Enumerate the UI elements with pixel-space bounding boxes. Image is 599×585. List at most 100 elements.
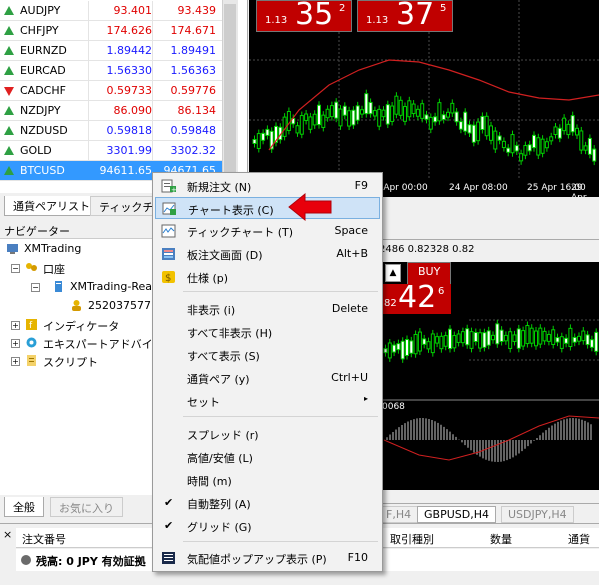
candle — [516, 328, 521, 349]
candle — [443, 335, 448, 347]
sell-price-box[interactable]: 1.13 35 2 — [256, 0, 352, 32]
candle — [473, 332, 478, 342]
candle — [529, 327, 534, 344]
candle — [575, 127, 579, 136]
candle — [499, 329, 504, 342]
candle — [514, 145, 519, 152]
up-arrow-icon — [4, 6, 14, 15]
popup-prices-icon — [162, 552, 175, 564]
menu-item-specification[interactable]: $ 仕様 (p) — [155, 266, 380, 288]
candle — [493, 130, 498, 150]
column-header[interactable]: 取引種別 — [390, 531, 434, 547]
tab-chart-gbpusd[interactable]: GBPUSD,H4 — [417, 506, 496, 523]
collapse-toggle[interactable]: − — [31, 283, 40, 292]
specification-icon: $ — [162, 271, 175, 284]
market-watch-row[interactable]: AUDJPY 93.401 93.439 — [0, 1, 222, 21]
candle — [534, 330, 538, 347]
expand-toggle[interactable]: + — [11, 357, 20, 366]
chart-window-top[interactable]: 1.13 35 2 1.13 37 5 — [249, 0, 599, 197]
checkmark-icon: ✔ — [164, 496, 174, 509]
bid-price: 0.59818 — [106, 124, 153, 137]
menu-item-grid[interactable]: ✔ グリッド (G) — [155, 515, 380, 537]
candle — [581, 330, 586, 342]
candle — [549, 136, 554, 142]
up-arrow-icon — [4, 46, 14, 55]
script-icon — [27, 355, 36, 366]
menu-item-chart-window[interactable]: チャート表示 (C) — [155, 197, 380, 219]
column-header[interactable]: 数量 — [490, 531, 512, 547]
collapse-toggle[interactable]: − — [11, 264, 20, 273]
menu-item-hide-all[interactable]: すべて非表示 (H) — [155, 321, 380, 343]
candle — [532, 134, 536, 149]
tab-chart-usdjpy[interactable]: USDJPY,H4 — [501, 506, 574, 523]
terminal-icon — [7, 244, 18, 254]
bid-price: 86.090 — [113, 104, 153, 117]
candle — [478, 332, 483, 349]
market-watch-panel: AUDJPY 93.401 93.439 CHFJPY 174.626 174.… — [0, 0, 248, 193]
scrollbar-thumb[interactable] — [224, 4, 236, 189]
market-watch-row[interactable]: NZDJPY 86.090 86.134 — [0, 101, 222, 121]
candle — [334, 101, 339, 119]
symbol-name: NZDJPY — [20, 104, 61, 117]
market-watch-row[interactable]: EURCAD 1.56330 1.56363 — [0, 61, 222, 81]
candle — [503, 334, 508, 342]
menu-item-time[interactable]: 時間 (m) — [155, 469, 380, 491]
menu-item-shortcut: F10 — [347, 551, 368, 564]
menu-item-label: 高値/安値 (L) — [187, 452, 253, 465]
tab-chart[interactable]: F,H4 — [379, 506, 419, 523]
tree-root-label: XMTrading — [24, 242, 82, 255]
market-watch-row[interactable]: EURNZD 1.89442 1.89491 — [0, 41, 222, 61]
candle — [317, 104, 321, 126]
tick-chart-icon — [161, 224, 176, 238]
menu-item-symbols[interactable]: 通貨ペア (y) Ctrl+U — [155, 367, 380, 389]
menu-item-auto-arrange[interactable]: ✔ 自動整列 (A) — [155, 492, 380, 514]
menu-item-popup-prices[interactable]: 気配値ポップアップ表示 (P) F10 — [155, 547, 380, 569]
user-icon — [72, 300, 81, 311]
candle — [570, 115, 575, 133]
menu-item-show-all[interactable]: すべて表示 (S) — [155, 344, 380, 366]
candle — [351, 109, 356, 126]
tree-experts-label: エキスパートアドバイザ — [43, 338, 164, 351]
tab-common[interactable]: 全般 — [4, 497, 44, 517]
candle — [491, 334, 495, 341]
market-watch-row[interactable]: CADCHF 0.59733 0.59776 — [0, 81, 222, 101]
candle — [407, 100, 412, 118]
menu-item-hide[interactable]: 非表示 (i) Delete — [155, 298, 380, 320]
menu-item-high-low[interactable]: 高値/安値 (L) — [155, 446, 380, 468]
ask-price: 1.56363 — [170, 64, 217, 77]
buy-price-prefix: 1.13 — [366, 15, 389, 26]
candle — [463, 111, 468, 132]
symbol-name: NZDUSD — [20, 124, 68, 137]
expand-toggle[interactable]: + — [11, 339, 20, 348]
candle — [471, 124, 476, 143]
menu-item-label: 気配値ポップアップ表示 (P) — [187, 553, 327, 566]
menu-item-sets[interactable]: セット ▸ — [155, 390, 380, 412]
menu-item-label: すべて非表示 (H) — [187, 327, 273, 340]
candle — [355, 105, 360, 121]
candle — [448, 328, 452, 350]
candle — [417, 331, 422, 352]
checkmark-icon: ✔ — [164, 519, 174, 532]
svg-text:+: + — [171, 186, 176, 193]
menu-item-new-order[interactable]: + 新規注文 (N) F9 — [155, 175, 380, 197]
candle — [486, 330, 491, 346]
menu-item-tick-chart[interactable]: ティックチャート (T) Space — [155, 220, 380, 242]
market-watch-row[interactable]: GOLD 3301.99 3302.32 — [0, 141, 222, 161]
column-header[interactable]: 注文番号 — [22, 531, 66, 547]
market-watch-row[interactable]: CHFJPY 174.626 174.671 — [0, 21, 222, 41]
candle — [469, 331, 474, 349]
up-arrow-icon — [4, 146, 14, 155]
expand-toggle[interactable]: + — [11, 321, 20, 330]
menu-item-spread[interactable]: スプレッド (r) — [155, 423, 380, 445]
close-icon[interactable]: × — [3, 528, 12, 541]
market-watch-row[interactable]: NZDUSD 0.59818 0.59848 — [0, 121, 222, 141]
tree-account-label: 252037577: — [88, 299, 155, 312]
time-tick: 24 Apr 08:00 — [449, 183, 508, 193]
candle — [546, 333, 551, 342]
menu-item-depth-of-market[interactable]: 板注文画面 (D) Alt+B — [155, 243, 380, 265]
menu-item-label: ティックチャート (T) — [187, 226, 294, 239]
tab-favorites[interactable]: お気に入り — [50, 497, 123, 517]
buy-price-box[interactable]: 1.13 37 5 — [357, 0, 453, 32]
chart-window-icon — [162, 202, 176, 215]
tab-symbols[interactable]: 通貨ペアリスト — [4, 196, 99, 216]
